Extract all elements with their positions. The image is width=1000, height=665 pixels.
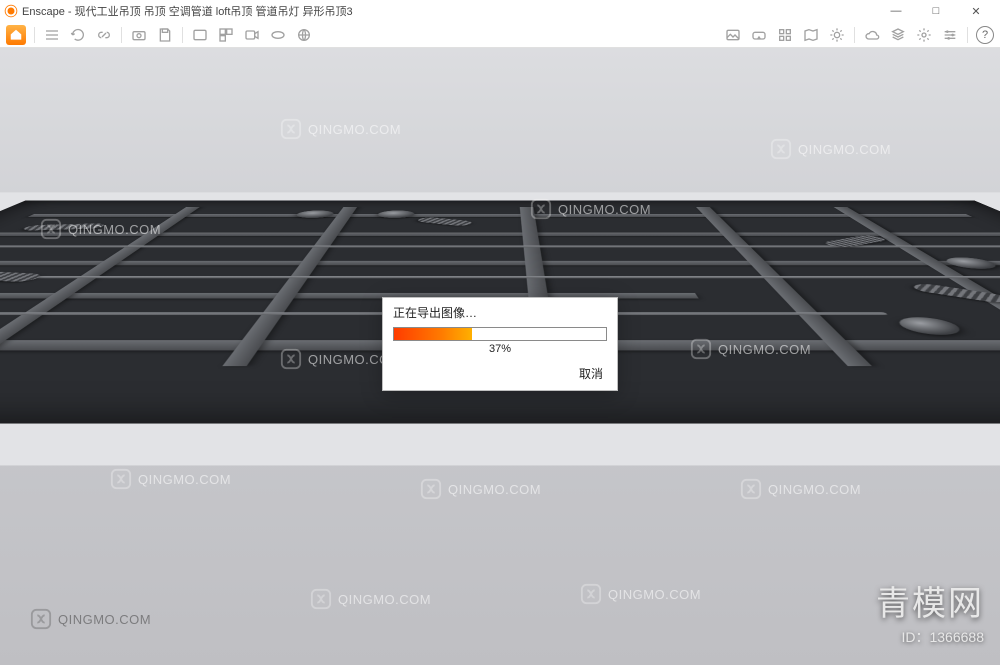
views-icon[interactable] — [776, 26, 794, 44]
camera-icon[interactable] — [130, 26, 148, 44]
render-viewport[interactable]: QINGMO.COM QINGMO.COM QINGMO.COM QINGMO.… — [0, 48, 1000, 665]
screenshot-icon[interactable] — [191, 26, 209, 44]
assets-icon[interactable] — [889, 26, 907, 44]
titlebar: Enscape - 现代工业吊顶 吊顶 空调管道 loft吊顶 管道吊灯 异形吊… — [0, 0, 1000, 22]
progress-percent: 37% — [383, 343, 617, 361]
window-controls: — □ ✕ — [876, 0, 996, 22]
maximize-icon: □ — [933, 5, 940, 17]
separator — [34, 27, 35, 43]
settings-icon[interactable] — [915, 26, 933, 44]
help-icon: ? — [982, 29, 988, 41]
progress-fill — [394, 328, 472, 340]
vr-icon[interactable] — [750, 26, 768, 44]
cloud-icon[interactable] — [863, 26, 881, 44]
globe-icon[interactable] — [295, 26, 313, 44]
cancel-button[interactable]: 取消 — [573, 363, 609, 384]
save-icon[interactable] — [156, 26, 174, 44]
toolbar: ? — [0, 22, 1000, 48]
batch-icon[interactable] — [217, 26, 235, 44]
video-icon[interactable] — [243, 26, 261, 44]
minimize-button[interactable]: — — [876, 0, 916, 22]
minimize-icon: — — [891, 5, 902, 17]
menu-icon[interactable] — [43, 26, 61, 44]
brand-id: ID：1366688 — [901, 627, 984, 647]
sun-icon[interactable] — [828, 26, 846, 44]
help-button[interactable]: ? — [976, 26, 994, 44]
separator — [121, 27, 122, 43]
separator — [967, 27, 968, 43]
image-icon[interactable] — [724, 26, 742, 44]
brand-logo-cn: 青模网 — [876, 576, 984, 625]
window-title: Enscape - 现代工业吊顶 吊顶 空调管道 loft吊顶 管道吊灯 异形吊… — [22, 3, 876, 19]
separator — [182, 27, 183, 43]
visual-settings-icon[interactable] — [941, 26, 959, 44]
home-button[interactable] — [6, 25, 26, 45]
refresh-icon[interactable] — [69, 26, 87, 44]
app-icon — [4, 4, 18, 18]
dialog-title: 正在导出图像… — [383, 298, 617, 325]
close-icon: ✕ — [971, 5, 980, 18]
maximize-button[interactable]: □ — [916, 0, 956, 22]
close-button[interactable]: ✕ — [956, 0, 996, 22]
map-icon[interactable] — [802, 26, 820, 44]
separator — [854, 27, 855, 43]
link-icon[interactable] — [95, 26, 113, 44]
panorama-icon[interactable] — [269, 26, 287, 44]
export-progress-dialog: 正在导出图像… 37% 取消 — [382, 297, 618, 391]
progress-bar — [393, 327, 607, 341]
